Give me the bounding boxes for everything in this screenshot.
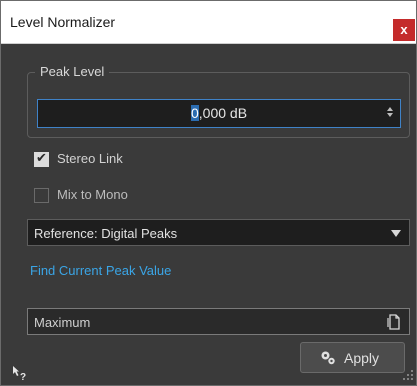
close-icon: x — [400, 22, 408, 37]
peak-level-spinner[interactable] — [385, 105, 394, 122]
spin-up-icon[interactable] — [386, 107, 393, 111]
close-button[interactable]: x — [393, 19, 415, 41]
peak-level-selected-digit: 0 — [190, 105, 199, 121]
apply-button[interactable]: Apply — [300, 342, 405, 373]
stereo-link-checkbox[interactable]: ✔ — [34, 150, 49, 167]
dropdown-arrow-icon — [391, 230, 401, 237]
level-normalizer-window: Level Normalizer x Peak Level 0,000 dB ✔… — [0, 0, 417, 386]
mix-to-mono-label: Mix to Mono — [57, 187, 128, 202]
peak-level-input[interactable]: 0,000 dB — [37, 99, 401, 128]
peak-level-label: Peak Level — [35, 64, 110, 79]
peak-level-value: 0,000 dB — [38, 100, 400, 127]
find-current-peak-link[interactable]: Find Current Peak Value — [30, 263, 171, 278]
preset-value: Maximum — [34, 315, 91, 330]
reference-dropdown[interactable]: Reference: Digital Peaks — [27, 219, 410, 246]
window-title: Level Normalizer — [10, 14, 116, 30]
gears-icon — [321, 351, 335, 365]
mix-to-mono-checkbox[interactable] — [34, 188, 49, 203]
apply-label: Apply — [344, 350, 380, 366]
resize-grip-icon[interactable] — [402, 369, 414, 381]
svg-text:?: ? — [20, 372, 26, 381]
peak-level-value-rest: ,000 dB — [198, 105, 248, 121]
help-icon[interactable]: ? — [12, 365, 28, 381]
document-icon[interactable] — [387, 314, 401, 330]
checkmark-icon: ✔ — [36, 150, 47, 165]
preset-field[interactable]: Maximum — [27, 308, 410, 335]
stereo-link-label: Stereo Link — [57, 151, 123, 166]
spin-down-icon[interactable] — [386, 113, 393, 117]
reference-selected-value: Reference: Digital Peaks — [34, 226, 178, 241]
title-bar: Level Normalizer x — [1, 1, 416, 44]
